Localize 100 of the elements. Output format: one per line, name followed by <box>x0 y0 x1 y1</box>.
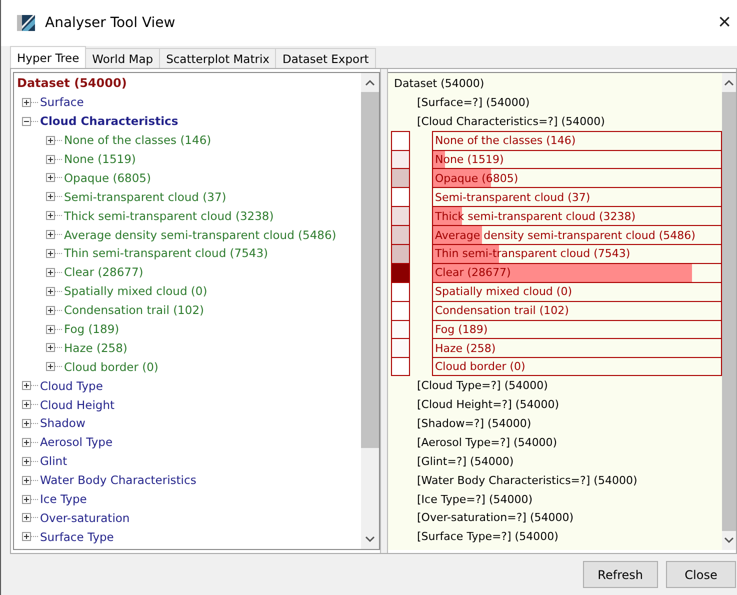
tree-item[interactable]: Average density semi-transparent cloud (5486) <box>64 228 336 242</box>
expand-icon[interactable] <box>22 513 31 522</box>
class-bar[interactable]: None of the classes (146) <box>432 130 722 150</box>
node-label: [Cloud Type=?] (54000) <box>417 379 548 392</box>
close-button[interactable]: × <box>712 9 737 37</box>
app-icon <box>17 14 35 32</box>
node-label: [Glint=?] (54000) <box>417 454 514 468</box>
class-label: Clear (28677) <box>434 266 511 280</box>
tree-item[interactable]: None of the classes (146) <box>64 133 212 148</box>
tree-item[interactable]: Aerosol Type <box>40 435 113 450</box>
tab[interactable]: Hyper Tree <box>10 46 86 68</box>
scroll-up-icon[interactable] <box>724 79 734 86</box>
class-label: Fog (189) <box>434 323 488 336</box>
tree-item[interactable]: Clear (28677) <box>64 265 144 280</box>
tree-item[interactable]: Surface <box>40 95 84 110</box>
tree-item[interactable]: Cloud Type <box>40 378 103 393</box>
class-label: Condensation trail (102) <box>434 304 569 318</box>
class-bar[interactable]: Semi-transparent cloud (37) <box>432 187 722 206</box>
class-bar[interactable]: Cloud border (0) <box>432 357 722 376</box>
tree-item[interactable]: Surface Type <box>40 530 114 544</box>
close-button[interactable]: Close <box>666 561 736 588</box>
expand-icon[interactable] <box>22 98 31 107</box>
class-bar[interactable]: Fog (189) <box>432 320 722 338</box>
expand-icon[interactable] <box>46 286 55 296</box>
expand-icon[interactable] <box>46 343 55 352</box>
tree-item[interactable]: Water Body Characteristics <box>40 473 196 488</box>
expand-icon[interactable] <box>46 230 55 240</box>
expand-icon[interactable] <box>22 476 31 485</box>
node-label: [Cloud Height=?] (54000) <box>417 398 559 412</box>
class-label: None of the classes (146) <box>434 134 576 148</box>
tree-item[interactable]: None (1519) <box>64 152 136 166</box>
class-label: Average density semi-transparent cloud (5486) <box>434 228 696 242</box>
hyper-tree-root: Dataset (54000) <box>394 76 484 90</box>
expand-icon[interactable] <box>22 456 31 466</box>
class-bar[interactable]: Haze (258) <box>432 338 722 358</box>
tree-item[interactable]: Ice Type <box>40 492 87 506</box>
tree-item[interactable]: Over-saturation <box>40 510 130 525</box>
class-label: None (1519) <box>434 153 504 166</box>
expand-icon[interactable] <box>22 438 31 447</box>
node-label: [Surface=?] (54000) <box>417 96 530 109</box>
expand-icon[interactable] <box>22 532 31 542</box>
class-bar[interactable]: Average density semi-transparent cloud (5486) <box>432 225 722 244</box>
class-label: Semi-transparent cloud (37) <box>434 190 590 204</box>
tree-item[interactable]: Semi-transparent cloud (37) <box>64 190 226 204</box>
tree-root-label[interactable]: Dataset (54000) <box>17 76 127 90</box>
class-bar[interactable]: Condensation trail (102) <box>432 300 722 320</box>
scroll-down-icon[interactable] <box>724 537 734 544</box>
node-label: [Water Body Characteristics=?] (54000) <box>417 474 638 487</box>
class-label: Cloud border (0) <box>434 360 526 374</box>
tree-item[interactable]: Opaque (6805) <box>64 170 151 185</box>
node-label: [Over-saturation=?] (54000) <box>417 511 574 524</box>
node-label: [Shadow=?] (54000) <box>417 416 532 430</box>
tree-item[interactable]: Fog (189) <box>64 322 120 336</box>
tree-item[interactable]: Shadow <box>40 416 86 430</box>
tree-item[interactable]: Cloud Height <box>40 398 115 412</box>
class-bar[interactable]: Clear (28677) <box>432 262 722 282</box>
expand-icon[interactable] <box>22 418 31 428</box>
node-label: [Aerosol Type=?] (54000) <box>417 436 558 449</box>
expand-icon[interactable] <box>22 381 31 390</box>
tree-item[interactable]: Cloud border (0) <box>64 360 158 374</box>
expand-icon[interactable] <box>22 494 31 504</box>
tab[interactable]: Dataset Export <box>275 48 376 68</box>
scroll-down-icon[interactable] <box>365 536 376 543</box>
tab[interactable]: World Map <box>85 48 160 68</box>
class-bar[interactable]: Spatially mixed cloud (0) <box>432 282 722 301</box>
expand-icon[interactable] <box>46 136 55 145</box>
expand-icon[interactable] <box>46 268 55 277</box>
node-label: [Cloud Characteristics=?] (54000) <box>417 114 605 128</box>
class-bar[interactable]: Opaque (6805) <box>432 168 722 188</box>
expand-icon[interactable] <box>46 362 55 372</box>
expand-icon[interactable] <box>46 173 55 182</box>
tree-item[interactable]: Glint <box>40 454 68 468</box>
tree-item[interactable]: Thick semi-transparent cloud (3238) <box>64 208 274 223</box>
scroll-up-icon[interactable] <box>365 79 376 86</box>
expand-icon[interactable] <box>46 324 55 334</box>
scrollbar[interactable] <box>361 73 380 549</box>
expand-icon[interactable] <box>46 211 55 220</box>
tree-item[interactable]: Thin semi-transparent cloud (7543) <box>64 246 268 260</box>
tree-item[interactable]: Haze (258) <box>64 340 128 355</box>
expand-icon[interactable] <box>46 306 55 315</box>
class-label: Thin semi-transparent cloud (7543) <box>434 247 630 260</box>
class-label: Spatially mixed cloud (0) <box>434 285 572 298</box>
class-label: Opaque (6805) <box>434 172 518 185</box>
expand-icon[interactable] <box>46 154 55 164</box>
node-label: [Ice Type=?] (54000) <box>417 492 533 506</box>
node-label: [Surface Type=?] (54000) <box>417 530 558 544</box>
class-bar[interactable]: Thin semi-transparent cloud (7543) <box>432 244 722 263</box>
expand-icon[interactable] <box>22 400 31 410</box>
tree-item[interactable]: Spatially mixed cloud (0) <box>64 284 208 298</box>
collapse-icon[interactable] <box>22 116 31 126</box>
window-title: Analyser Tool View <box>45 15 176 31</box>
refresh-button[interactable]: Refresh <box>582 561 658 588</box>
tab[interactable]: Scatterplot Matrix <box>159 48 276 68</box>
scroll-thumb[interactable] <box>361 92 380 448</box>
tree-item[interactable]: Cloud Characteristics <box>40 114 178 128</box>
expand-icon[interactable] <box>46 192 55 202</box>
class-label: Haze (258) <box>434 342 496 355</box>
expand-icon[interactable] <box>46 248 55 258</box>
tree-item[interactable]: Condensation trail (102) <box>64 303 204 318</box>
class-bar[interactable]: None (1519) <box>432 150 722 168</box>
